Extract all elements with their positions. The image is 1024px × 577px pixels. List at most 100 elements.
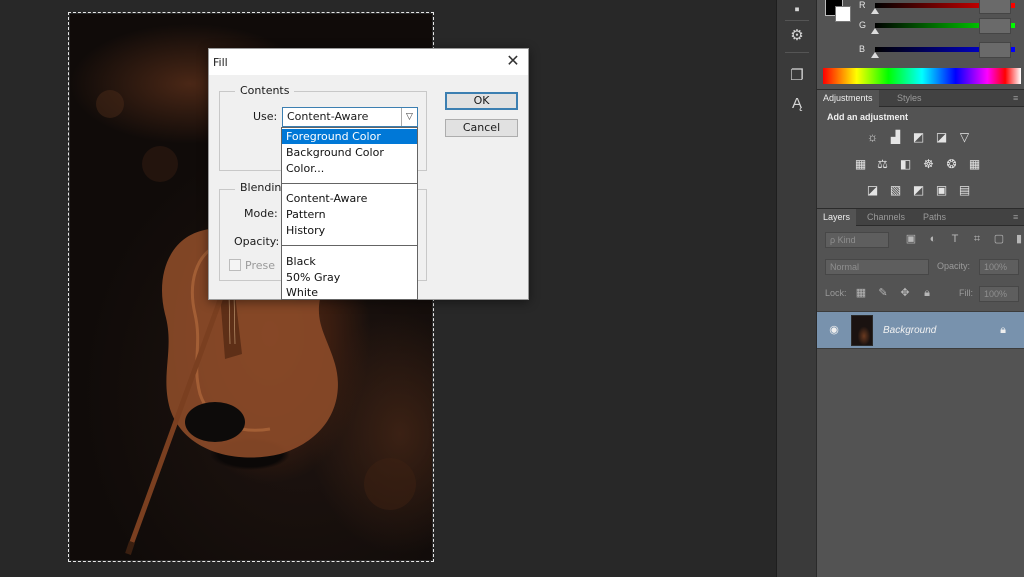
posterize-icon[interactable]: ▧ [888, 184, 903, 197]
layer-filter-row: ρ Kind ▣ ◐ T ⌗ ▢ ▮ [821, 230, 1024, 250]
hue-saturation-icon[interactable]: ▦ [853, 158, 868, 171]
fill-field[interactable]: 100% [979, 286, 1019, 302]
option-background-color[interactable]: Background Color [282, 145, 417, 160]
option-history[interactable]: History [282, 223, 417, 238]
option-content-aware[interactable]: Content-Aware [282, 191, 417, 206]
preserve-label: Prese [245, 259, 275, 272]
filter-toggle-icon[interactable]: ▮ [1013, 233, 1024, 245]
fill-label: Fill: [959, 288, 973, 298]
filter-type-icon[interactable]: T [949, 233, 961, 245]
tab-layers[interactable]: Layers [817, 209, 857, 226]
exposure-icon[interactable]: ◪ [934, 131, 949, 144]
green-value-field[interactable] [979, 18, 1011, 34]
dialog-title: Fill [213, 56, 228, 69]
adjustments-tabbar: Adjustments Styles ≡ [817, 89, 1024, 107]
green-label: G [859, 20, 867, 30]
layer-lock-row: Lock: ▦ ✎ ✥ 🔒︎ Fill: 100% [821, 284, 1021, 304]
filter-pixel-icon[interactable]: ▣ [905, 233, 917, 245]
filter-shape-icon[interactable]: ⌗ [971, 233, 983, 245]
layers-tabbar: Layers Channels Paths ≡ [817, 208, 1024, 226]
option-color[interactable]: Color... [282, 161, 417, 176]
green-thumb[interactable] [871, 28, 879, 34]
close-icon[interactable]: ✕ [504, 52, 522, 70]
layer-name[interactable]: Background [883, 325, 936, 336]
red-label: R [859, 0, 866, 10]
layers-menu-icon[interactable]: ≡ [1013, 209, 1018, 226]
visibility-eye-icon[interactable]: ◉ [827, 324, 841, 336]
green-slider[interactable]: G [859, 18, 1024, 34]
opacity-label: Opacity: [234, 235, 280, 248]
photo-filter-icon[interactable]: ☸ [921, 158, 936, 171]
use-label: Use: [253, 110, 278, 123]
cancel-button[interactable]: Cancel [445, 119, 518, 137]
option-50-gray[interactable]: 50% Gray [282, 270, 417, 285]
dialog-titlebar[interactable]: Fill ✕ [209, 49, 528, 75]
blending-legend: Blendin [235, 181, 287, 194]
option-pattern[interactable]: Pattern [282, 207, 417, 222]
tab-paths[interactable]: Paths [917, 209, 952, 226]
lock-position-icon[interactable]: ✥ [899, 287, 911, 299]
tab-styles[interactable]: Styles [891, 90, 928, 107]
right-panels: R G B Adjustments Styles ≡ Add an adjust… [816, 0, 1024, 577]
option-black[interactable]: Black [282, 254, 417, 269]
background-swatch[interactable] [835, 6, 851, 22]
black-white-icon[interactable]: ◧ [898, 158, 913, 171]
opacity-field[interactable]: 100% [979, 259, 1019, 275]
layers-empty-area [817, 350, 1024, 577]
levels-icon[interactable]: ▟ [888, 131, 903, 144]
option-white[interactable]: White [282, 285, 417, 300]
layer-row-background[interactable]: ◉ Background 🔒︎ [817, 311, 1024, 349]
separator [785, 20, 809, 21]
color-spectrum[interactable] [823, 68, 1021, 84]
panel-toggle-icon[interactable]: ▪ [787, 0, 807, 20]
blue-thumb[interactable] [871, 52, 879, 58]
panel-icon-column: ▪ ⚙ ❐ Ą [776, 0, 816, 577]
separator [282, 245, 417, 246]
blue-value-field[interactable] [979, 42, 1011, 58]
tab-channels[interactable]: Channels [861, 209, 911, 226]
contents-legend: Contents [235, 84, 295, 97]
color-balance-icon[interactable]: ⚖ [875, 158, 890, 171]
curves-icon[interactable]: ◩ [911, 131, 926, 144]
invert-icon[interactable]: ◪ [865, 184, 880, 197]
layer-blend-row: Normal Opacity: 100% [821, 257, 1021, 277]
adjustments-title: Add an adjustment [827, 112, 909, 122]
blend-mode-select[interactable]: Normal [825, 259, 929, 275]
selective-color-icon[interactable]: ▤ [957, 184, 972, 197]
use-dropdown-list: Foreground Color Background Color Color.… [281, 127, 418, 300]
lock-all-icon[interactable]: 🔒︎ [921, 287, 933, 299]
brightness-icon[interactable]: ☼ [865, 131, 880, 144]
filter-adjustment-icon[interactable]: ◐ [927, 233, 939, 245]
red-thumb[interactable] [871, 8, 879, 14]
layer-lock-icon: 🔒︎ [1000, 324, 1006, 336]
lock-label: Lock: [825, 288, 847, 298]
filter-smart-object-icon[interactable]: ▢ [993, 233, 1005, 245]
preserve-transparency-checkbox[interactable] [229, 259, 241, 271]
color-lookup-icon[interactable]: ▦ [967, 158, 982, 171]
character-icon[interactable]: Ą [787, 94, 807, 114]
clone-source-icon[interactable]: ❐ [787, 66, 807, 86]
option-foreground-color[interactable]: Foreground Color [282, 129, 417, 144]
ok-button[interactable]: OK [445, 92, 518, 110]
tab-adjustments[interactable]: Adjustments [817, 90, 879, 107]
opacity-label: Opacity: [937, 261, 971, 271]
red-slider[interactable]: R [859, 0, 1024, 14]
lock-transparent-icon[interactable]: ▦ [855, 287, 867, 299]
panel-menu-icon[interactable]: ≡ [1013, 90, 1018, 107]
vibrance-icon[interactable]: ▽ [957, 131, 972, 144]
channel-mixer-icon[interactable]: ❂ [944, 158, 959, 171]
properties-icon[interactable]: ⚙ [787, 26, 807, 46]
kind-filter-select[interactable]: ρ Kind [825, 232, 889, 248]
use-select[interactable]: Content-Aware ▽ [282, 107, 418, 127]
color-panel: R G B [817, 0, 1024, 90]
lock-pixels-icon[interactable]: ✎ [877, 287, 889, 299]
separator [282, 183, 417, 184]
chevron-down-icon[interactable]: ▽ [401, 108, 417, 126]
gradient-map-icon[interactable]: ▣ [934, 184, 949, 197]
threshold-icon[interactable]: ◩ [911, 184, 926, 197]
blue-slider[interactable]: B [859, 42, 1024, 58]
separator [785, 52, 809, 53]
use-select-value: Content-Aware [287, 110, 369, 123]
blue-label: B [859, 44, 866, 54]
red-value-field[interactable] [979, 0, 1011, 14]
